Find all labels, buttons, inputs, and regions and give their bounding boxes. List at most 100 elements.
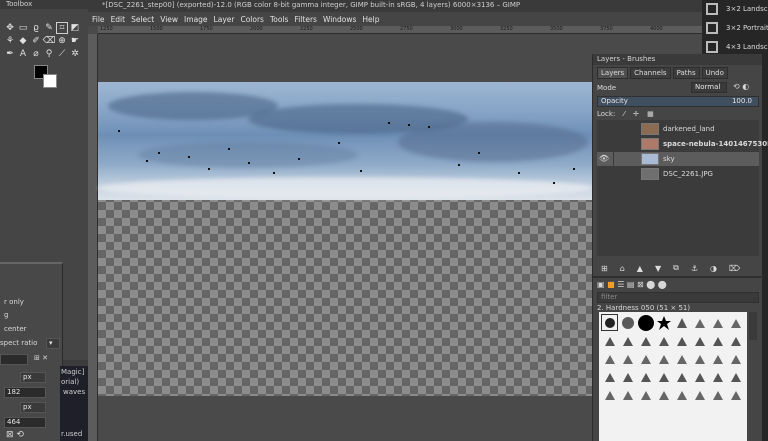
- brush-item[interactable]: [619, 332, 636, 349]
- brush-item[interactable]: [601, 350, 618, 367]
- eraser-icon[interactable]: ⌫: [43, 35, 56, 47]
- option-fixed-aspect-ratio[interactable]: spect ratio: [0, 339, 37, 347]
- tab-layers[interactable]: Layers: [597, 67, 629, 79]
- measure-icon[interactable]: ⟋: [56, 48, 68, 60]
- bucket-fill-icon[interactable]: ◆: [17, 35, 29, 47]
- tab-paths[interactable]: Paths: [672, 67, 700, 79]
- horizontal-ruler[interactable]: 1250 1500 1750 2000 2250 2500 2750 3000 …: [98, 26, 702, 34]
- warp-icon[interactable]: ⚘: [4, 35, 16, 47]
- delete-layer-icon[interactable]: ⌦: [729, 264, 740, 273]
- menu-select[interactable]: Select: [131, 15, 154, 24]
- brush-item[interactable]: [691, 314, 708, 331]
- color-picker-icon[interactable]: ⌀: [30, 48, 42, 60]
- zoom-icon[interactable]: ⚲: [43, 48, 55, 60]
- new-layer-icon[interactable]: ⊞: [601, 264, 608, 273]
- fuzzy-select-icon[interactable]: ✎: [43, 22, 55, 34]
- brush-item[interactable]: [691, 350, 708, 367]
- chain-link-icon[interactable]: [613, 167, 627, 181]
- brush-item[interactable]: [691, 386, 708, 403]
- chain-link-icon[interactable]: [613, 152, 627, 166]
- vertical-ruler[interactable]: [88, 34, 98, 441]
- brush-item[interactable]: [601, 332, 618, 349]
- brush-item[interactable]: [619, 350, 636, 367]
- raise-layer-icon[interactable]: ▲: [637, 264, 643, 273]
- visibility-eye-icon[interactable]: 👁: [597, 152, 611, 166]
- size-value-2[interactable]: 464: [4, 417, 46, 428]
- brush-item[interactable]: [655, 386, 672, 403]
- brush-item[interactable]: [637, 386, 654, 403]
- brush-item[interactable]: [673, 332, 690, 349]
- menu-edit[interactable]: Edit: [111, 15, 126, 24]
- brushes-scrollbar[interactable]: [749, 312, 757, 340]
- brush-item[interactable]: [655, 332, 672, 349]
- brush-item[interactable]: [691, 332, 708, 349]
- brush-item[interactable]: [619, 386, 636, 403]
- fg-bg-colors[interactable]: [34, 65, 60, 89]
- mode-toggle-icons[interactable]: ⟲ ◐: [733, 82, 749, 91]
- gegl-icon[interactable]: ✲: [69, 48, 81, 60]
- reset-icons[interactable]: ⊠ ⟲: [6, 430, 24, 440]
- tab-channels[interactable]: Channels: [630, 67, 671, 79]
- menu-layer[interactable]: Layer: [214, 15, 235, 24]
- brush-item[interactable]: [655, 350, 672, 367]
- option-allow-growing[interactable]: g: [4, 311, 8, 319]
- brush-item[interactable]: [709, 350, 726, 367]
- brush-item[interactable]: [619, 314, 636, 331]
- background-color[interactable]: [43, 74, 57, 88]
- brush-item[interactable]: [637, 350, 654, 367]
- mask-icon[interactable]: ◑: [710, 264, 717, 273]
- paintbrush-icon[interactable]: ✐: [30, 35, 42, 47]
- brush-item[interactable]: [673, 386, 690, 403]
- mode-select[interactable]: Normal: [691, 82, 727, 93]
- lower-layer-icon[interactable]: ▼: [655, 264, 661, 273]
- lock-position-icon[interactable]: ✛: [633, 110, 639, 118]
- brush-item[interactable]: [727, 332, 744, 349]
- menu-view[interactable]: View: [160, 15, 178, 24]
- brush-item[interactable]: [601, 368, 618, 385]
- aspect-dropdown[interactable]: ▾: [46, 338, 60, 349]
- size-value-1[interactable]: 182: [4, 387, 46, 398]
- brush-item[interactable]: [637, 368, 654, 385]
- brush-item[interactable]: [727, 350, 744, 367]
- lock-pixels-icon[interactable]: ⁄: [624, 110, 625, 118]
- layer-row[interactable]: DSC_2261.JPG: [597, 167, 759, 181]
- brush-item[interactable]: [637, 314, 654, 331]
- chain-link-icon[interactable]: [613, 122, 627, 136]
- unified-transform-icon[interactable]: ◩: [69, 22, 81, 34]
- aspect-input[interactable]: [0, 354, 28, 365]
- brush-item[interactable]: [655, 314, 672, 331]
- menu-filters[interactable]: Filters: [294, 15, 316, 24]
- option-expand-from-center[interactable]: center: [4, 325, 27, 333]
- brush-item[interactable]: [673, 368, 690, 385]
- brush-item[interactable]: [691, 368, 708, 385]
- smudge-icon[interactable]: ☛: [69, 35, 81, 47]
- menu-file[interactable]: File: [92, 15, 105, 24]
- brush-item[interactable]: [673, 350, 690, 367]
- visibility-eye-icon[interactable]: [597, 122, 611, 136]
- brush-item[interactable]: [673, 314, 690, 331]
- menu-help[interactable]: Help: [362, 15, 379, 24]
- brush-item[interactable]: [601, 314, 618, 331]
- menu-image[interactable]: Image: [184, 15, 208, 24]
- brush-item[interactable]: [727, 386, 744, 403]
- unit-select-1[interactable]: px: [20, 372, 46, 383]
- crop-tool-icon[interactable]: ⌗: [56, 22, 68, 34]
- chain-link-icon[interactable]: [613, 137, 627, 151]
- visibility-eye-icon[interactable]: [597, 137, 611, 151]
- layer-row[interactable]: space-nebula-1401467530B: [597, 137, 768, 151]
- brush-item[interactable]: [709, 386, 726, 403]
- visibility-eye-icon[interactable]: [597, 167, 611, 181]
- lock-alpha-icon[interactable]: ▦: [647, 110, 654, 118]
- menu-colors[interactable]: Colors: [240, 15, 264, 24]
- brush-item[interactable]: [709, 314, 726, 331]
- unit-select-2[interactable]: px: [20, 402, 46, 413]
- move-tool-icon[interactable]: ✥: [4, 22, 16, 34]
- brush-item[interactable]: [709, 368, 726, 385]
- brush-item[interactable]: [619, 368, 636, 385]
- image-canvas[interactable]: [98, 82, 593, 396]
- tab-undo[interactable]: Undo: [701, 67, 728, 79]
- path-icon[interactable]: ✒: [4, 48, 16, 60]
- lasso-icon[interactable]: ϱ: [30, 22, 42, 34]
- brush-item[interactable]: [727, 314, 744, 331]
- brush-tabs[interactable]: ▣ ■ ☰ ▤ ⊠ ⬤ ⬤: [597, 280, 667, 289]
